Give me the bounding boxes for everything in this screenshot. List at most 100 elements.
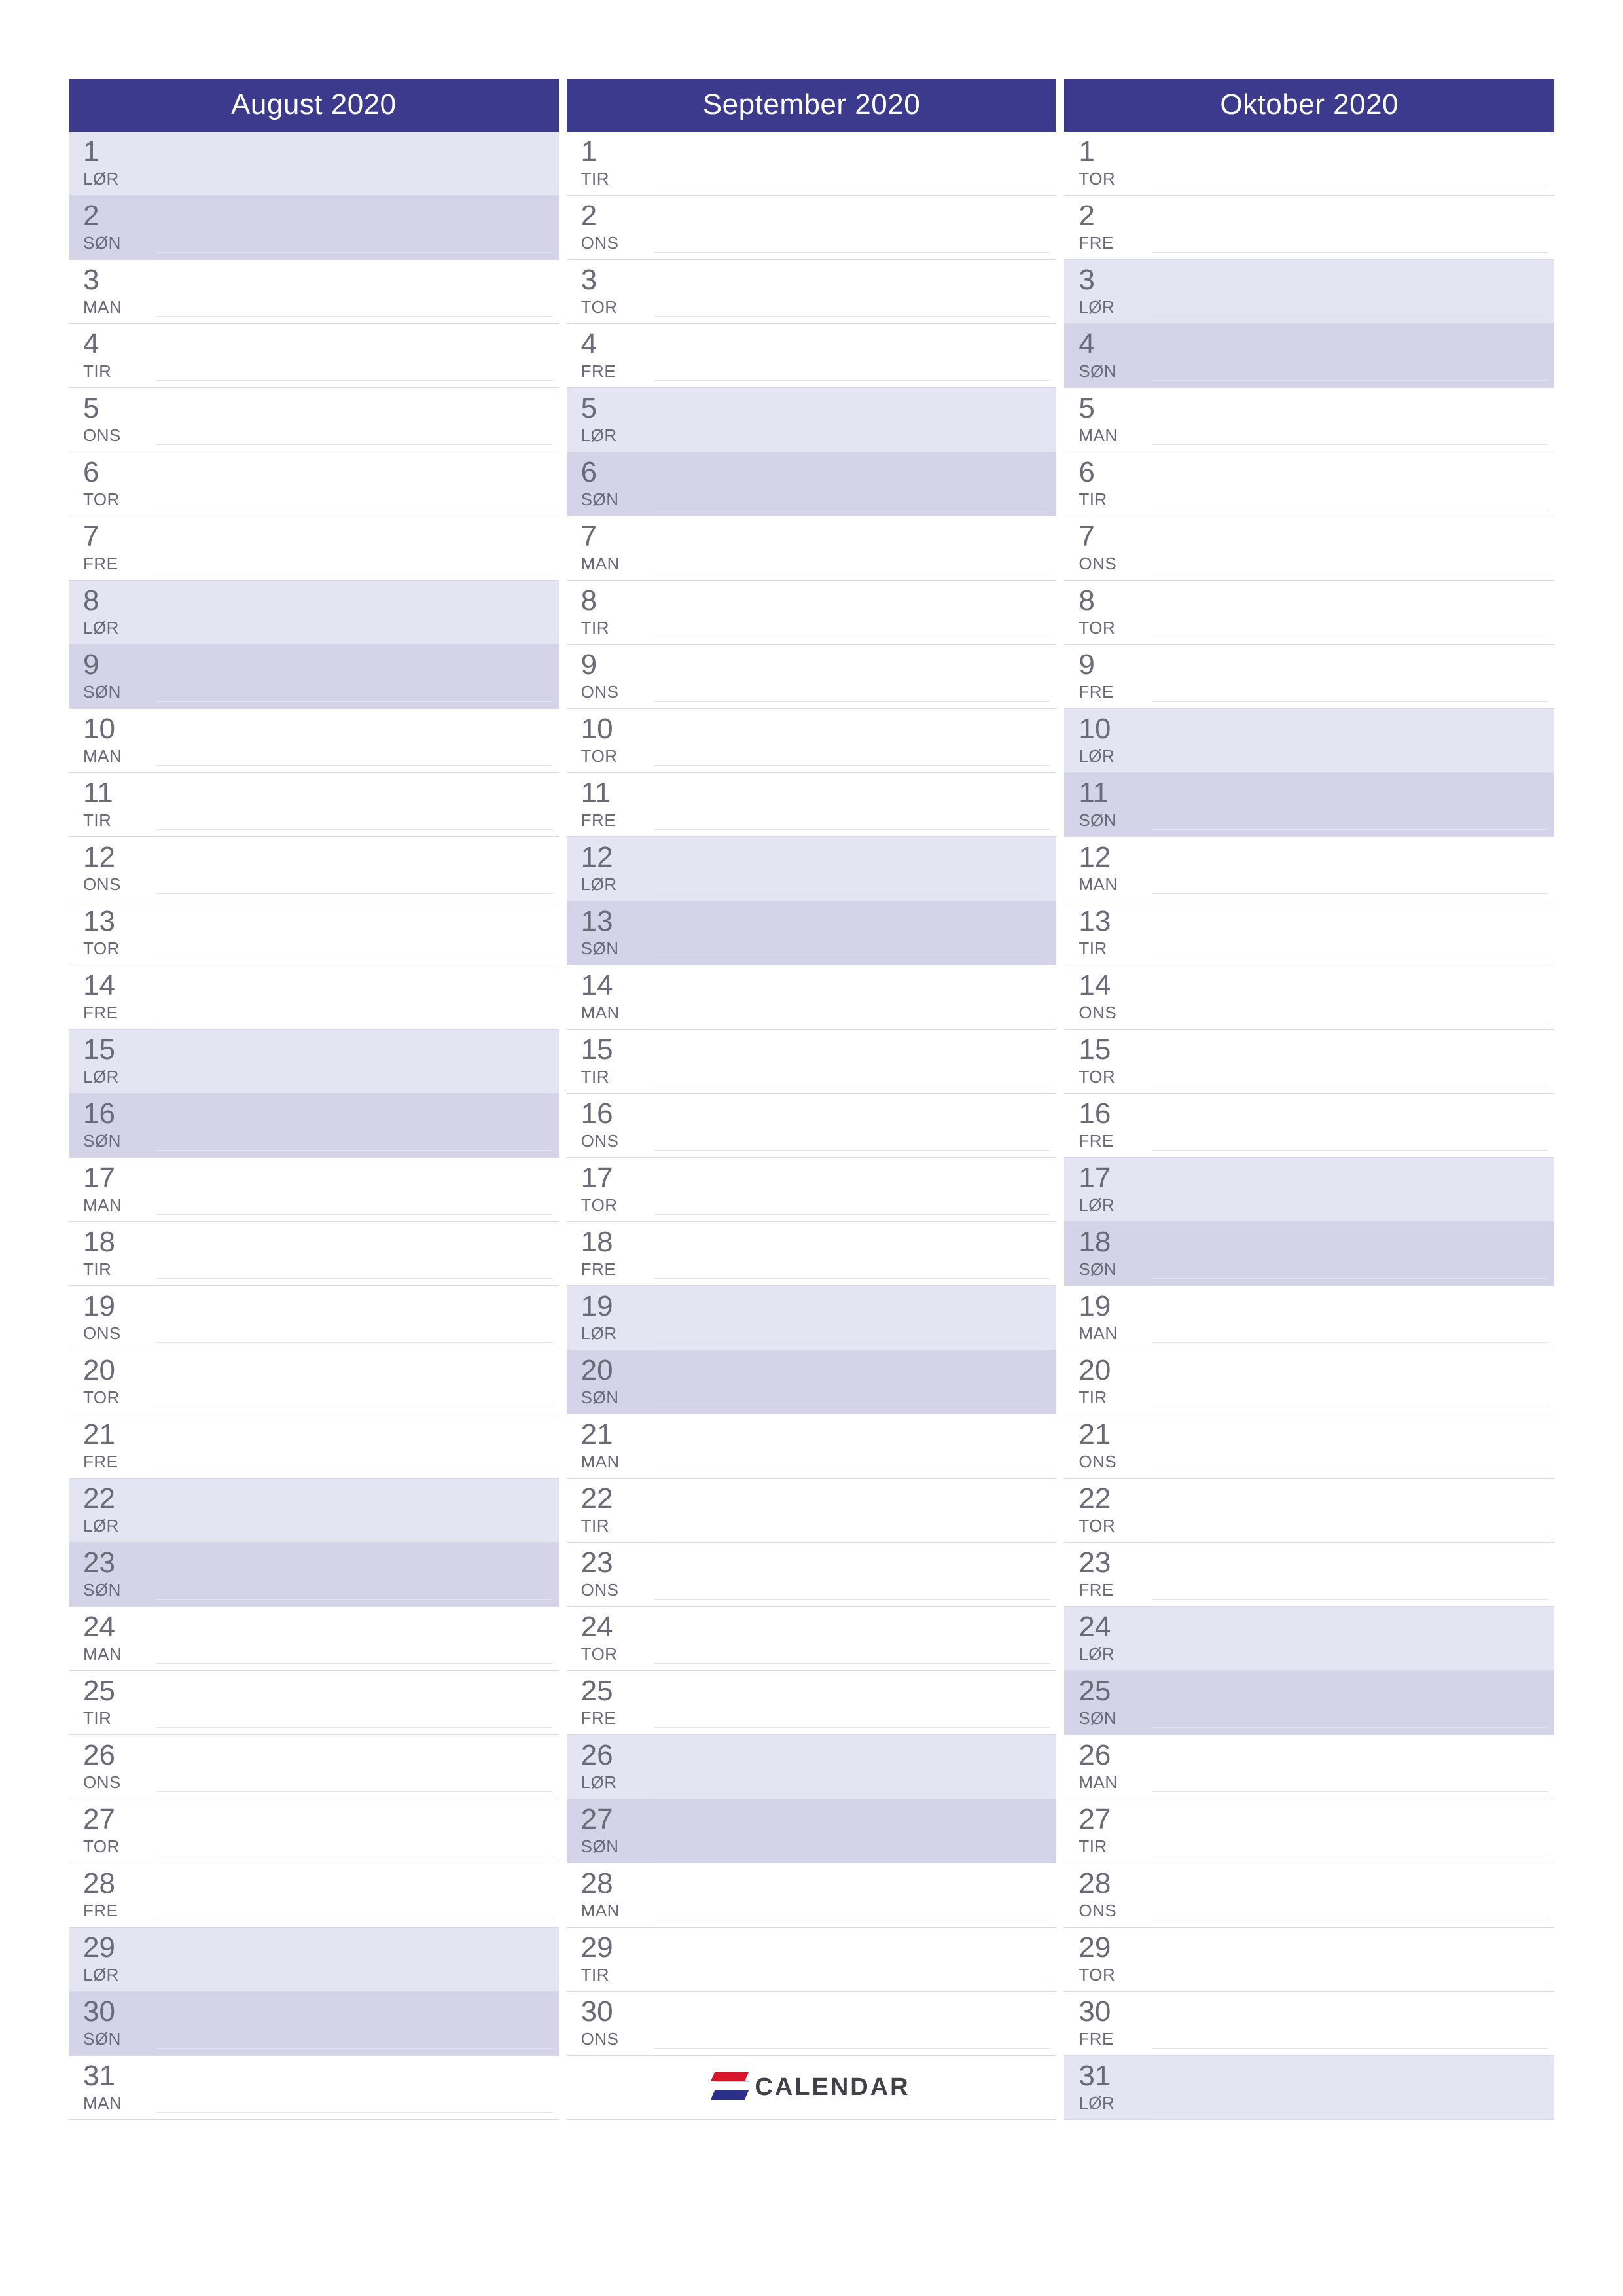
- day-cell: 28FRE: [69, 1863, 559, 1928]
- month-days: 1TOR2FRE3LØR4SØN5MAN6TIR7ONS8TOR9FRE10LØ…: [1064, 132, 1554, 2120]
- day-cell: 28MAN: [567, 1863, 1057, 1928]
- day-number: 15: [1079, 1035, 1549, 1064]
- day-weekday: LØR: [1079, 1644, 1549, 1664]
- day-weekday: LØR: [581, 874, 1052, 895]
- day-number: 26: [581, 1741, 1052, 1770]
- day-weekday: FRE: [83, 1003, 554, 1023]
- day-weekday: FRE: [581, 361, 1052, 382]
- day-number: 14: [83, 971, 554, 1000]
- day-weekday: MAN: [83, 2093, 554, 2113]
- day-number: 16: [83, 1100, 554, 1128]
- day-cell: 5ONS: [69, 388, 559, 452]
- day-weekday: SØN: [1079, 1259, 1549, 1280]
- note-line: [156, 701, 552, 702]
- day-weekday: TIR: [83, 1259, 554, 1280]
- note-line: [654, 1150, 1050, 1151]
- day-number: 21: [83, 1420, 554, 1449]
- day-weekday: TOR: [581, 1644, 1052, 1664]
- day-number: 22: [83, 1484, 554, 1513]
- day-cell: 25SØN: [1064, 1671, 1554, 1735]
- day-cell: 2SØN: [69, 196, 559, 260]
- day-cell: 1LØR: [69, 132, 559, 196]
- note-line: [654, 1278, 1050, 1279]
- day-number: 13: [83, 907, 554, 936]
- day-cell: 15LØR: [69, 1030, 559, 1094]
- day-weekday: MAN: [83, 746, 554, 766]
- day-weekday: TIR: [581, 1965, 1052, 1985]
- day-cell: 14ONS: [1064, 965, 1554, 1030]
- day-weekday: TIR: [581, 169, 1052, 189]
- day-cell: 25FRE: [567, 1671, 1057, 1735]
- day-cell: 21ONS: [1064, 1414, 1554, 1479]
- day-weekday: SØN: [581, 939, 1052, 959]
- day-weekday: TOR: [581, 746, 1052, 766]
- day-cell: 24LØR: [1064, 1607, 1554, 1671]
- day-cell: 10MAN: [69, 709, 559, 773]
- day-cell: 21MAN: [567, 1414, 1057, 1479]
- day-cell: 17LØR: [1064, 1158, 1554, 1222]
- day-number: 2: [1079, 202, 1549, 230]
- day-number: 8: [1079, 586, 1549, 615]
- day-weekday: FRE: [83, 1901, 554, 1921]
- note-line: [1152, 1278, 1548, 1279]
- day-number: 12: [83, 843, 554, 872]
- seven-icon: [713, 2072, 747, 2104]
- day-cell: 23SØN: [69, 1543, 559, 1607]
- day-number: 2: [83, 202, 554, 230]
- day-cell: 17TOR: [567, 1158, 1057, 1222]
- month-days: 1LØR2SØN3MAN4TIR5ONS6TOR7FRE8LØR9SØN10MA…: [69, 132, 559, 2120]
- note-line: [156, 1342, 552, 1343]
- day-cell: 31MAN: [69, 2056, 559, 2120]
- day-cell: 15TOR: [1064, 1030, 1554, 1094]
- day-cell: 13SØN: [567, 901, 1057, 965]
- note-line: [156, 316, 552, 317]
- day-number: 15: [83, 1035, 554, 1064]
- note-line: [1152, 316, 1548, 317]
- day-weekday: TIR: [83, 1708, 554, 1729]
- day-number: 20: [581, 1356, 1052, 1385]
- day-cell: 13TOR: [69, 901, 559, 965]
- day-weekday: ONS: [83, 425, 554, 446]
- note-line: [1152, 1342, 1548, 1343]
- day-number: 16: [1079, 1100, 1549, 1128]
- note-line: [1152, 1150, 1548, 1151]
- day-number: 28: [581, 1869, 1052, 1898]
- note-line: [654, 765, 1050, 766]
- day-weekday: SØN: [83, 682, 554, 702]
- day-cell: 26LØR: [567, 1735, 1057, 1799]
- note-line: [1152, 380, 1548, 381]
- day-number: 14: [581, 971, 1052, 1000]
- day-number: 3: [83, 266, 554, 295]
- day-number: 13: [1079, 907, 1549, 936]
- day-cell: 28ONS: [1064, 1863, 1554, 1928]
- note-line: [156, 380, 552, 381]
- day-number: 11: [83, 779, 554, 808]
- day-number: 19: [1079, 1292, 1549, 1321]
- day-number: 17: [1079, 1164, 1549, 1193]
- day-number: 30: [581, 1998, 1052, 2026]
- day-weekday: ONS: [83, 1772, 554, 1793]
- day-cell: 15TIR: [567, 1030, 1057, 1094]
- day-weekday: SØN: [1079, 361, 1549, 382]
- day-cell: 22LØR: [69, 1479, 559, 1543]
- day-weekday: TOR: [1079, 169, 1549, 189]
- day-number: 23: [581, 1549, 1052, 1577]
- day-number: 10: [581, 715, 1052, 744]
- day-number: 6: [1079, 458, 1549, 487]
- day-number: 21: [581, 1420, 1052, 1449]
- note-line: [156, 1599, 552, 1600]
- day-weekday: MAN: [1079, 425, 1549, 446]
- day-number: 5: [581, 394, 1052, 423]
- day-cell: 10LØR: [1064, 709, 1554, 773]
- day-number: 5: [83, 394, 554, 423]
- day-cell: 9FRE: [1064, 645, 1554, 709]
- calendar-columns: August 2020 1LØR2SØN3MAN4TIR5ONS6TOR7FRE…: [69, 79, 1554, 2120]
- day-cell: 31LØR: [1064, 2056, 1554, 2120]
- day-number: 9: [1079, 651, 1549, 679]
- day-cell: 20SØN: [567, 1350, 1057, 1414]
- note-line: [654, 1342, 1050, 1343]
- note-line: [1152, 893, 1548, 894]
- day-number: 12: [581, 843, 1052, 872]
- day-cell: 3LØR: [1064, 260, 1554, 324]
- note-line: [654, 316, 1050, 317]
